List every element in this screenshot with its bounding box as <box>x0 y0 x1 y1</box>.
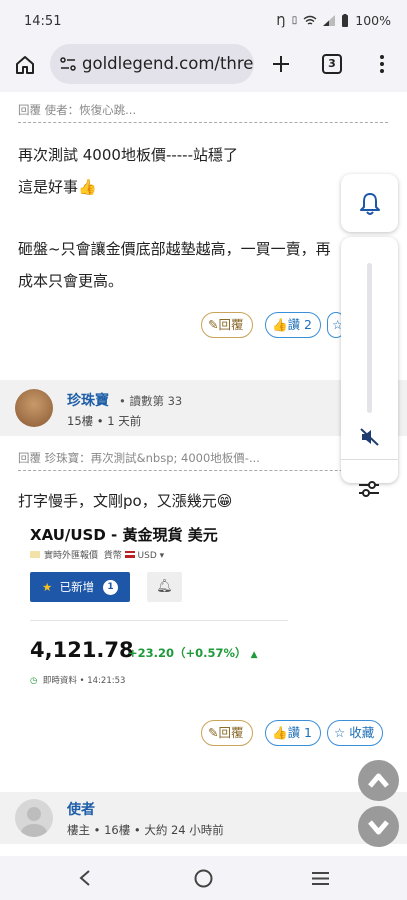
signal-icon <box>323 15 336 26</box>
post-author-bar: 使者 樓主 • 16樓 • 大約 24 小時前 <box>0 792 407 844</box>
status-bar: 14:51 Ŋ ▯ 100% <box>0 0 407 44</box>
clock-icon: ◷ <box>30 676 38 686</box>
url-text: goldlegend.com/threa <box>82 54 254 73</box>
bell-icon <box>360 193 380 215</box>
up-arrow-icon: ▲ <box>250 650 258 660</box>
battery-icon <box>342 14 349 27</box>
status-time: 14:51 <box>24 14 62 29</box>
thumbs-up-icon: 👍 <box>272 317 288 332</box>
author-name[interactable]: 珍珠寶 <box>67 390 109 410</box>
floor-time: 樓主 • 16樓 • 大約 24 小時前 <box>67 823 224 837</box>
author-name[interactable]: 使者 <box>67 799 95 819</box>
site-settings-icon[interactable] <box>60 57 76 71</box>
realtime-label: ◷ 即時資料 • 14:21:53 <box>30 676 126 686</box>
recents-icon[interactable] <box>311 871 330 886</box>
read-rank: • 讀數第 33 <box>119 394 183 408</box>
post-text-line: 打字慢手，文剛po，又漲幾元😁 <box>18 492 233 510</box>
like-button[interactable]: 👍讚 2 <box>265 312 322 338</box>
reply-button[interactable]: ✎回覆 <box>201 312 253 338</box>
divider <box>30 620 288 621</box>
notification-button[interactable] <box>341 174 398 232</box>
quote-reply-line[interactable]: 回覆 使者：恢復心跳... <box>18 102 388 123</box>
widget-subtitle: 實時外匯報價 貨幣 USD ▾ <box>30 548 164 561</box>
chevron-down-icon <box>368 820 389 835</box>
nfc-icon: Ŋ <box>276 13 286 28</box>
status-icons: Ŋ ▯ 100% <box>276 13 391 28</box>
post-text-line: 成本只會更高。 <box>18 272 124 290</box>
more-menu-icon[interactable] <box>378 54 386 74</box>
post-text-line: 砸盤~只會讓金價底部越墊越高，一買一賣，再 <box>18 240 331 258</box>
home-icon[interactable] <box>14 54 36 76</box>
pencil-icon: ✎ <box>208 725 219 740</box>
home-nav-icon[interactable] <box>194 869 213 888</box>
added-count-badge: 1 <box>103 580 118 595</box>
wifi-icon <box>303 15 317 25</box>
address-bar[interactable]: goldlegend.com/threa <box>50 44 254 84</box>
pencil-icon: ✎ <box>208 317 219 332</box>
browser-toolbar: goldlegend.com/threa 3 <box>0 44 407 92</box>
mute-icon[interactable] <box>359 427 381 447</box>
favorite-button[interactable]: ☆ 收藏 <box>327 720 384 746</box>
flag-icon <box>30 551 40 558</box>
system-nav-bar <box>0 856 407 900</box>
avatar[interactable] <box>15 389 53 427</box>
bell-plus-icon: 🔔︎ <box>156 579 173 594</box>
price-change: +23.20（+0.57%） ▲ <box>128 646 258 660</box>
price-value: 4,121.78 <box>30 638 134 662</box>
divider <box>341 459 398 460</box>
star-icon: ★ <box>42 580 53 594</box>
vibrate-icon: ▯ <box>291 15 298 26</box>
back-icon[interactable] <box>78 869 92 887</box>
default-avatar-icon <box>21 807 47 837</box>
sliders-icon[interactable] <box>358 480 380 498</box>
us-flag-icon <box>124 551 135 558</box>
post-text-line: 這是好事👍 <box>18 178 97 196</box>
scroll-down-button[interactable] <box>358 806 399 847</box>
quote-reply-line[interactable]: 回覆 珍珠寶：再次測試&nbsp; 4000地板價-... <box>18 450 388 471</box>
avatar[interactable] <box>15 799 53 837</box>
new-tab-icon[interactable] <box>271 54 291 74</box>
thumbs-up-icon: 👍 <box>272 725 288 740</box>
like-button[interactable]: 👍讚 1 <box>265 720 322 746</box>
battery-percent: 100% <box>355 13 391 28</box>
chevron-up-icon <box>368 773 389 788</box>
alert-add-button[interactable]: 🔔︎ <box>147 572 182 602</box>
post-text-line: 再次測試 4000地板價-----站穩了 <box>18 146 239 164</box>
widget-title: XAU/USD - 黃金現貨 美元 <box>30 526 218 544</box>
volume-panel <box>341 237 398 497</box>
reply-button[interactable]: ✎回覆 <box>201 720 253 746</box>
volume-slider[interactable] <box>367 263 372 413</box>
star-outline-icon: ☆ <box>334 725 346 740</box>
scroll-up-button[interactable] <box>358 760 399 801</box>
tab-switcher-button[interactable]: 3 <box>322 54 342 74</box>
added-watchlist-button[interactable]: ★ 已新增 1 <box>30 572 130 602</box>
floor-time: 15樓 • 1 天前 <box>67 414 142 428</box>
